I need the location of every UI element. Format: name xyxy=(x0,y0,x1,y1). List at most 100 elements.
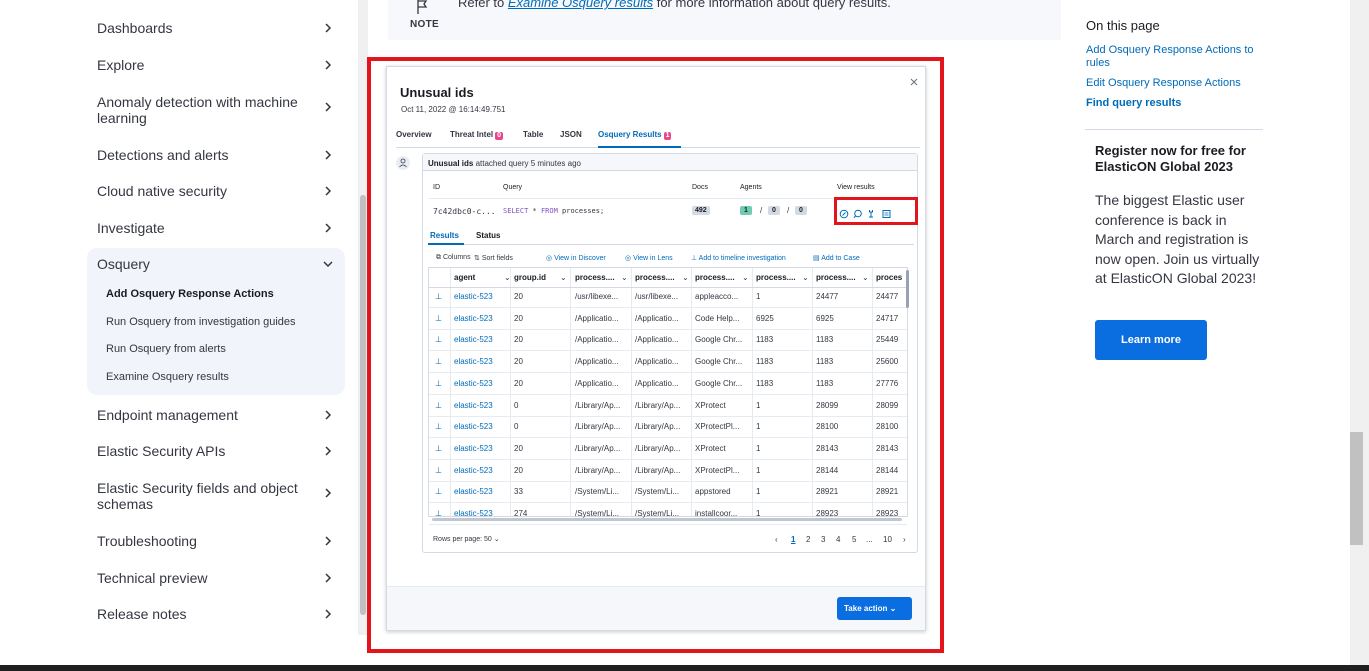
chevron-down-icon: ⌄ xyxy=(621,273,628,282)
nav-item-dashboards[interactable]: Dashboards xyxy=(97,20,337,36)
grid-cell: 274 xyxy=(514,509,528,518)
grid-cell: /Library/Ap... xyxy=(575,401,621,410)
grid-cell: 28923 xyxy=(816,509,839,518)
chevron-right-icon xyxy=(323,446,333,456)
grid-cell: /System/Li... xyxy=(635,509,680,518)
grid-cell: /Library/Ap... xyxy=(575,422,621,431)
grid-cell: /Applicatio... xyxy=(635,314,679,323)
page-scrollbar-thumb[interactable] xyxy=(1350,432,1363,545)
attached-query-text: Unusual ids attached query 5 minutes ago xyxy=(428,159,581,168)
nav-item-troubleshooting[interactable]: Troubleshooting xyxy=(97,533,337,549)
nav-item-anomaly-detection[interactable]: Anomaly detection with machine learning xyxy=(97,94,337,126)
grid-cell: 28143 xyxy=(876,444,899,453)
grid-cell: Google Chr... xyxy=(695,335,743,344)
learn-more-button[interactable]: Learn more xyxy=(1095,320,1207,360)
rows-per-page: Rows per page: 50 ⌄ xyxy=(433,536,500,543)
timeline-icon: ⊥ xyxy=(435,292,442,301)
page-10: 10 xyxy=(883,535,892,544)
chevron-right-icon xyxy=(323,609,333,619)
grid-column-divider xyxy=(510,268,511,516)
grid-cell: appleacco... xyxy=(695,292,739,301)
nav-subitem-run-osquery-investigation-guides[interactable]: Run Osquery from investigation guides xyxy=(106,316,296,328)
timeline-icon: ⊥ xyxy=(435,422,442,431)
nav-item-osquery[interactable]: Osquery xyxy=(97,256,337,272)
nav-subitem-run-osquery-alerts[interactable]: Run Osquery from alerts xyxy=(106,343,226,355)
nav-item-explore[interactable]: Explore xyxy=(97,57,337,73)
grid-cell: elastic-523 xyxy=(454,401,493,410)
timeline-icon: ⊥ xyxy=(435,335,442,344)
tab-results: Results xyxy=(430,231,459,240)
tab-osquery-results: Osquery Results 1 xyxy=(598,130,672,140)
page-1: 1 xyxy=(791,535,796,544)
add-to-case-control: ▤ Add to Case xyxy=(813,255,860,262)
grid-header-agent: agent xyxy=(454,273,476,282)
discover-icon: ◎ xyxy=(546,255,555,262)
promo-title: Register now for free for ElasticON Glob… xyxy=(1095,143,1246,174)
grid-row-divider xyxy=(429,459,907,460)
page-5: 5 xyxy=(852,535,857,544)
grid-cell: /System/Li... xyxy=(635,487,680,496)
chevron-right-icon xyxy=(323,23,333,33)
grid-column-divider xyxy=(570,268,571,516)
grid-cell: 28921 xyxy=(816,487,839,496)
nav-item-endpoint-management[interactable]: Endpoint management xyxy=(97,407,337,423)
otp-link-edit-response-actions[interactable]: Edit Osquery Response Actions xyxy=(1086,77,1261,90)
tab-overview: Overview xyxy=(396,130,432,139)
otp-link-add-response-actions[interactable]: Add Osquery Response Actions to rules xyxy=(1086,44,1261,70)
grid-cell: elastic-523 xyxy=(454,487,493,496)
page-2: 2 xyxy=(806,535,811,544)
grid-cell: 28099 xyxy=(816,401,839,410)
nav-item-fields-object-schemas[interactable]: Elastic Security fields and object schem… xyxy=(97,480,337,512)
chevron-right-icon xyxy=(323,410,333,420)
grid-column-divider xyxy=(631,268,632,516)
take-action-button: Take action ⌄ xyxy=(837,597,912,620)
grid-cell: /Applicatio... xyxy=(575,335,619,344)
grid-row-divider xyxy=(429,416,907,417)
nav-item-investigate[interactable]: Investigate xyxy=(97,220,337,236)
grid-header-process: proces xyxy=(876,273,903,282)
grid-column-divider xyxy=(450,268,451,516)
nav-item-technical-preview[interactable]: Technical preview xyxy=(97,570,337,586)
grid-row-divider xyxy=(429,502,907,503)
grid-cell: 20 xyxy=(514,379,523,388)
grid-cell: elastic-523 xyxy=(454,314,493,323)
view-in-lens-control: ◎ View in Lens xyxy=(625,255,673,262)
grid-cell: /Library/Ap... xyxy=(575,444,621,453)
chevron-right-icon xyxy=(323,488,333,498)
results-tab-indicator xyxy=(428,243,464,245)
otp-link-find-query-results[interactable]: Find query results xyxy=(1086,97,1261,110)
grid-cell: /Applicatio... xyxy=(635,379,679,388)
nav-item-detections-alerts[interactable]: Detections and alerts xyxy=(97,147,337,163)
grid-column-divider xyxy=(872,268,873,516)
grid-cell: /Applicatio... xyxy=(635,357,679,366)
page-4: 4 xyxy=(836,535,841,544)
note-label: NOTE xyxy=(410,19,439,30)
timeline-icon: ⊥ xyxy=(435,466,442,475)
nav-item-release-notes[interactable]: Release notes xyxy=(97,606,337,622)
grid-cell: /Library/Ap... xyxy=(635,401,681,410)
nav-item-elastic-security-apis[interactable]: Elastic Security APIs xyxy=(97,443,337,459)
examine-osquery-results-link[interactable]: Examine Osquery results xyxy=(508,0,653,10)
col-header-docs: Docs xyxy=(692,184,708,191)
grid-cell: 1183 xyxy=(756,379,774,388)
grid-cell: /Applicatio... xyxy=(575,379,619,388)
nav-item-cloud-native-security[interactable]: Cloud native security xyxy=(97,183,337,199)
sidebar-scrollbar-thumb[interactable] xyxy=(360,195,366,615)
chevron-right-icon: › xyxy=(903,535,906,544)
grid-cell: 28921 xyxy=(876,487,899,496)
grid-cell: Google Chr... xyxy=(695,379,743,388)
flag-icon xyxy=(415,0,429,14)
alert-title: Unusual ids xyxy=(400,85,474,100)
timeline-icon: ⊥ xyxy=(435,401,442,410)
nav-subitem-examine-osquery-results[interactable]: Examine Osquery results xyxy=(106,371,229,383)
nav-subitem-add-osquery-response-actions[interactable]: Add Osquery Response Actions xyxy=(106,288,274,300)
grid-cell: 1183 xyxy=(756,335,774,344)
grid-row-divider xyxy=(429,481,907,482)
grid-cell: 28100 xyxy=(816,422,839,431)
view-results-highlight xyxy=(834,197,918,225)
grid-header-group-id: group.id xyxy=(514,273,546,282)
grid-cell: elastic-523 xyxy=(454,292,493,301)
view-in-discover-control: ◎ View in Discover xyxy=(546,255,606,262)
page-scrollbar[interactable] xyxy=(1350,0,1369,665)
chevron-right-icon xyxy=(323,536,333,546)
